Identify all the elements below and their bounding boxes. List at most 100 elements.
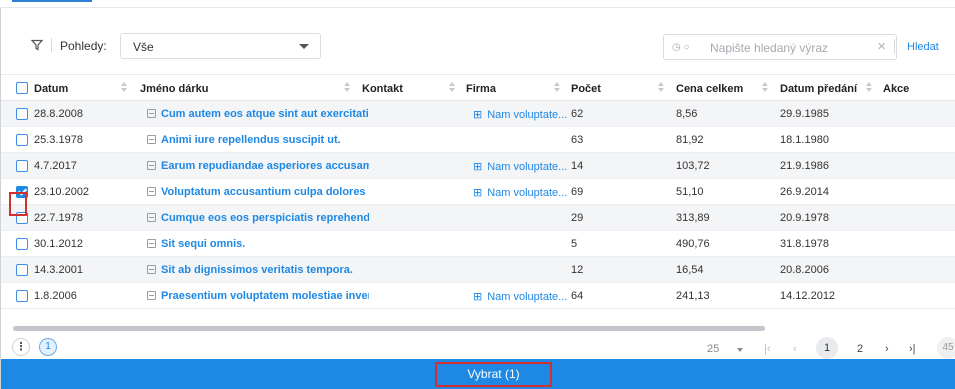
- cell-datum-predani: 29.9.1985: [780, 108, 829, 120]
- cell-gift-name[interactable]: Animi iure repellendus suscipit ut.: [147, 134, 369, 146]
- cell-cena: 241,13: [676, 290, 710, 302]
- gift-link[interactable]: Animi iure repellendus suscipit ut.: [161, 134, 341, 146]
- table-row[interactable]: 1.8.2006 Praesentium voluptatem molestiae…: [1, 283, 955, 309]
- filter-icon[interactable]: [31, 39, 43, 51]
- row-checkbox[interactable]: [16, 108, 28, 120]
- col-header-kontakt[interactable]: Kontakt: [362, 83, 403, 95]
- cell-gift-name[interactable]: Cum autem eos atque sint aut exercitatio…: [147, 108, 369, 120]
- firma-link[interactable]: Nam voluptate...: [487, 109, 567, 121]
- col-header-pocet[interactable]: Počet: [571, 83, 601, 95]
- view-select-value: Vše: [133, 40, 154, 54]
- cell-pocet: 69: [571, 186, 584, 198]
- cell-firma[interactable]: ⊞ Nam voluptate...: [473, 290, 569, 303]
- table-row[interactable]: 23.10.2002 Voluptatum accusantium culpa d…: [1, 179, 955, 205]
- gift-icon: [147, 187, 156, 196]
- next-page-icon[interactable]: ›: [885, 343, 889, 355]
- col-header-datum-predani[interactable]: Datum předání: [780, 83, 857, 95]
- table-row[interactable]: 30.1.2012 Sit sequi omnis. 5 490,76 31.8.197…: [1, 231, 955, 257]
- first-page-icon[interactable]: |‹: [764, 343, 771, 355]
- gift-link[interactable]: Sit sequi omnis.: [161, 238, 245, 250]
- search-button[interactable]: Hledat: [907, 41, 939, 53]
- gift-link[interactable]: Earum repudiandae asperiores accusamus.: [161, 160, 369, 172]
- sort-icon[interactable]: [554, 81, 560, 94]
- table-header: Datum Jméno dárku Kontakt Firma Počet Ce…: [1, 74, 955, 101]
- gift-link[interactable]: Voluptatum accusantium culpa dolores nei: [161, 186, 369, 198]
- views-label: Pohledy:: [60, 39, 107, 53]
- select-all-checkbox[interactable]: [16, 82, 28, 94]
- cell-datum-predani: 21.9.1986: [780, 160, 829, 172]
- sort-icon[interactable]: [866, 81, 872, 94]
- sort-icon[interactable]: [762, 81, 768, 94]
- row-checkbox[interactable]: [16, 290, 28, 302]
- table-row[interactable]: 28.8.2008 Cum autem eos atque sint aut ex…: [1, 101, 955, 127]
- gift-link[interactable]: Sit ab dignissimos veritatis tempora.: [161, 264, 353, 276]
- row-checkbox[interactable]: [16, 264, 28, 276]
- page-size-select[interactable]: 25: [707, 343, 719, 355]
- sort-icon[interactable]: [658, 81, 664, 94]
- cell-datum: 28.8.2008: [34, 108, 83, 120]
- page-more[interactable]: 45: [937, 337, 955, 359]
- prev-page-icon[interactable]: ‹: [793, 343, 797, 355]
- cell-gift-name[interactable]: Sit sequi omnis.: [147, 238, 369, 250]
- select-button[interactable]: Vybrat (1): [435, 362, 552, 387]
- row-checkbox[interactable]: [16, 238, 28, 250]
- table-row[interactable]: 4.7.2017 Earum repudiandae asperiores acc…: [1, 153, 955, 179]
- table-row[interactable]: 14.3.2001 Sit ab dignissimos veritatis te…: [1, 257, 955, 283]
- search-field[interactable]: ◷ ○ Napište hledaný výraz ×: [663, 34, 897, 60]
- table-body: 28.8.2008 Cum autem eos atque sint aut ex…: [1, 101, 955, 309]
- table-row[interactable]: 22.7.1978 Cumque eos eos perspiciatis rep…: [1, 205, 955, 231]
- cell-datum: 30.1.2012: [34, 238, 83, 250]
- checkbox-highlight: [9, 192, 27, 216]
- col-header-akce: Akce: [883, 83, 910, 95]
- cell-firma[interactable]: ⊞ Nam voluptate...: [473, 160, 569, 173]
- cell-gift-name[interactable]: Earum repudiandae asperiores accusamus.: [147, 160, 369, 172]
- sort-icon[interactable]: [449, 81, 455, 94]
- cell-datum: 14.3.2001: [34, 264, 83, 276]
- selected-count-badge[interactable]: 1: [39, 338, 57, 356]
- clear-icon[interactable]: ×: [877, 39, 886, 55]
- view-select[interactable]: Vše: [120, 33, 321, 59]
- gift-link[interactable]: Praesentium voluptatem molestiae invent: [161, 290, 369, 302]
- row-checkbox[interactable]: [16, 160, 28, 172]
- gift-link[interactable]: Cumque eos eos perspiciatis reprehenderi…: [161, 212, 369, 224]
- sort-icon[interactable]: [121, 81, 127, 94]
- col-header-firma[interactable]: Firma: [466, 83, 496, 95]
- cell-gift-name[interactable]: Praesentium voluptatem molestiae invent: [147, 290, 369, 302]
- search-divider: [894, 39, 895, 54]
- chevron-down-icon: [299, 44, 309, 49]
- sort-icon[interactable]: [344, 81, 350, 94]
- toolbar-divider: [51, 38, 52, 52]
- firma-link[interactable]: Nam voluptate...: [487, 161, 567, 173]
- data-table: Datum Jméno dárku Kontakt Firma Počet Ce…: [1, 74, 955, 309]
- cell-datum: 4.7.2017: [34, 160, 77, 172]
- page-2[interactable]: 2: [857, 343, 863, 355]
- cell-firma[interactable]: ⊞ Nam voluptate...: [473, 108, 569, 121]
- gift-link[interactable]: Cum autem eos atque sint aut exercitatio…: [161, 108, 369, 120]
- horizontal-scrollbar[interactable]: [13, 326, 765, 331]
- last-page-icon[interactable]: ›|: [909, 343, 916, 355]
- cell-gift-name[interactable]: Cumque eos eos perspiciatis reprehenderi…: [147, 212, 369, 224]
- company-icon: ⊞: [473, 291, 483, 303]
- search-input[interactable]: Napište hledaný výraz: [710, 41, 828, 55]
- cell-gift-name[interactable]: Sit ab dignissimos veritatis tempora.: [147, 264, 369, 276]
- cell-gift-name[interactable]: Voluptatum accusantium culpa dolores nei: [147, 186, 369, 198]
- cell-datum: 25.3.1978: [34, 134, 83, 146]
- chevron-down-icon: [737, 348, 743, 352]
- page-current[interactable]: 1: [816, 337, 838, 359]
- row-checkbox[interactable]: [16, 134, 28, 146]
- col-header-jmeno[interactable]: Jméno dárku: [140, 83, 208, 95]
- table-row[interactable]: 25.3.1978 Animi iure repellendus suscipit…: [1, 127, 955, 153]
- top-border: [0, 0, 955, 8]
- firma-link[interactable]: Nam voluptate...: [487, 291, 567, 303]
- cell-pocet: 12: [571, 264, 584, 276]
- more-options-button[interactable]: ⋮: [12, 338, 30, 356]
- cell-cena: 16,54: [676, 264, 704, 276]
- cell-cena: 103,72: [676, 160, 710, 172]
- col-header-datum[interactable]: Datum: [34, 83, 68, 95]
- firma-link[interactable]: Nam voluptate...: [487, 187, 567, 199]
- cell-pocet: 64: [571, 290, 584, 302]
- cell-firma[interactable]: ⊞ Nam voluptate...: [473, 186, 569, 199]
- cell-datum: 23.10.2002: [34, 186, 90, 198]
- grid-panel: Pohledy: Vše ◷ ○ Napište hledaný výraz ×…: [0, 8, 955, 389]
- col-header-cena[interactable]: Cena celkem: [676, 83, 743, 95]
